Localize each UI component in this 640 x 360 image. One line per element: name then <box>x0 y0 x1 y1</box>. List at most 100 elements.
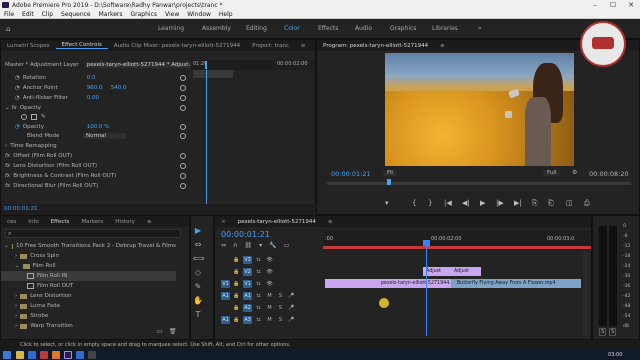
list-item[interactable]: › Cross Spin <box>1 251 176 261</box>
source-selector[interactable]: Master * Adjustment Layer pexels-taryn-e… <box>5 61 201 69</box>
work-area-bar[interactable] <box>323 246 591 249</box>
timeline-ruler[interactable]: :00 00:00:02:00 00:00:03:0 <box>323 230 591 250</box>
chevron-right-icon[interactable]: › <box>5 143 7 149</box>
wrench-icon[interactable]: ⚙ <box>572 169 577 176</box>
ripple-edit-tool-icon[interactable]: ⟺ <box>193 254 204 264</box>
program-scrub-bar[interactable] <box>327 182 631 185</box>
new-bin-icon[interactable]: ▭ <box>157 328 163 335</box>
captions-icon[interactable]: ▭ <box>284 242 290 250</box>
clip-dropdown[interactable]: pexels-taryn-elliott-5271944 * Adjust... <box>84 62 196 68</box>
list-item[interactable]: Film Roll OUT <box>1 281 176 291</box>
sync-lock-icon[interactable]: ⇆ <box>254 292 263 300</box>
effect-row-directional-blur[interactable]: fx Directional Blur (Film Roll OUT) <box>5 182 98 190</box>
menu-view[interactable]: View <box>161 11 183 18</box>
effect-row-brightness-contrast[interactable]: fx Brightness & Contrast (Film Roll OUT) <box>5 172 116 180</box>
stopwatch-icon[interactable]: ◔ <box>15 75 20 81</box>
type-tool-icon[interactable]: T <box>193 310 203 320</box>
reset-icon[interactable] <box>180 173 186 179</box>
list-item-selected[interactable]: Film Roll IN <box>1 271 176 281</box>
chevron-down-icon[interactable]: ⌄ <box>5 105 10 111</box>
lock-icon[interactable]: 🔒 <box>232 268 241 276</box>
go-to-in-icon[interactable]: |◀ <box>444 199 452 207</box>
workspace-assembly[interactable]: Assembly <box>202 25 231 32</box>
track-label-v1[interactable]: V1 <box>243 280 252 288</box>
premiere-taskbar-icon[interactable] <box>64 351 72 359</box>
snap-icon[interactable]: ∩ <box>233 242 237 250</box>
menu-help[interactable]: Help <box>215 11 237 18</box>
sync-lock-icon[interactable]: ⇆ <box>254 256 263 264</box>
opacity-header-row[interactable]: ⌄ fx Opacity <box>5 104 41 112</box>
eye-icon[interactable]: 👁 <box>265 280 274 288</box>
delete-icon[interactable]: 🗑 <box>169 328 177 335</box>
tab-lumetri-scopes[interactable]: Lumetri Scopes <box>1 43 56 49</box>
sync-lock-icon[interactable]: ⇆ <box>254 304 263 312</box>
reset-icon[interactable] <box>180 163 186 169</box>
anchor-x-value[interactable]: 960.0 <box>87 85 111 91</box>
solo-button[interactable]: S <box>276 316 285 324</box>
mic-icon[interactable]: 🎤 <box>287 292 296 300</box>
program-video-frame[interactable] <box>385 53 574 166</box>
nest-icon[interactable]: ⇔ <box>221 242 226 250</box>
video-clip-pexels[interactable]: pexels-taryn-elliott-5271944.mp4 <box>325 279 451 288</box>
solo-right-button[interactable]: S <box>609 328 617 336</box>
stopwatch-active-icon[interactable]: ◔ <box>15 124 20 130</box>
track-label-a1[interactable]: A1 <box>243 292 252 300</box>
workspace-learning[interactable]: Learning <box>158 25 184 32</box>
lock-icon[interactable]: 🔒 <box>232 316 241 324</box>
extract-icon[interactable]: ⎗ <box>548 199 554 208</box>
panel-menu-icon[interactable]: ≡ <box>295 43 312 49</box>
workspace-audio[interactable]: Audio <box>355 25 372 32</box>
workspace-color[interactable]: Color <box>284 25 300 32</box>
step-forward-icon[interactable]: |▶ <box>496 199 504 207</box>
workspace-effects[interactable]: Effects <box>318 25 338 32</box>
solo-left-button[interactable]: S <box>599 328 607 336</box>
lock-icon[interactable]: 🔒 <box>232 292 241 300</box>
antiflicker-value[interactable]: 0.00 <box>87 95 99 101</box>
list-item[interactable]: ⌄ 10 Free Smooth Transitions Pack 2 - De… <box>1 241 176 251</box>
menu-graphics[interactable]: Graphics <box>127 11 162 18</box>
start-icon[interactable] <box>3 351 11 359</box>
mic-icon[interactable]: 🎤 <box>287 316 296 324</box>
razor-tool-icon[interactable]: ◇ <box>193 268 203 278</box>
chevron-down-icon[interactable]: ⌄ <box>4 243 9 249</box>
explorer-icon[interactable] <box>16 351 24 359</box>
tab-info[interactable]: Info <box>22 219 44 225</box>
app-icon[interactable] <box>40 351 48 359</box>
tab-sources[interactable]: ces <box>1 219 22 225</box>
mic-icon[interactable]: 🎤 <box>287 304 296 312</box>
workspace-graphics[interactable]: Graphics <box>390 25 417 32</box>
menu-clip[interactable]: Clip <box>38 11 57 18</box>
eye-icon[interactable]: 👁 <box>265 268 274 276</box>
timeline-close-icon[interactable]: × <box>215 219 232 225</box>
add-marker-icon[interactable]: ▾ <box>259 242 262 250</box>
list-item[interactable]: › Warp Transition <box>1 321 176 331</box>
chevron-right-icon[interactable]: › <box>15 303 17 309</box>
app-icon[interactable] <box>76 351 84 359</box>
track-label-v2[interactable]: V2 <box>243 268 252 276</box>
lock-icon[interactable]: 🔒 <box>232 280 241 288</box>
play-icon[interactable]: ▶ <box>480 199 485 207</box>
effect-timecode[interactable]: 00:00:01:21 <box>4 206 38 212</box>
tab-history[interactable]: History <box>109 219 141 225</box>
go-to-out-icon[interactable]: ▶| <box>514 199 522 207</box>
effect-row-offset[interactable]: fx Offset (Film Roll OUT) <box>5 152 72 160</box>
sync-lock-icon[interactable]: ⇆ <box>254 280 263 288</box>
chevron-right-icon[interactable]: › <box>15 323 17 329</box>
step-back-icon[interactable]: ◀| <box>462 199 470 207</box>
tab-sequence[interactable]: pexels-taryn-elliott-5271944 <box>232 219 322 225</box>
tab-effects[interactable]: Effects <box>45 219 76 225</box>
rotation-value[interactable]: 0.0 <box>87 75 96 81</box>
lock-icon[interactable]: 🔒 <box>232 304 241 312</box>
mark-out-icon[interactable]: } <box>428 199 432 207</box>
list-item[interactable]: › Strobe <box>1 311 176 321</box>
lift-icon[interactable]: ⎘ <box>532 199 538 208</box>
tab-project[interactable]: Project: tranc <box>246 43 295 49</box>
button-editor-icon[interactable]: ⎙ <box>584 199 590 208</box>
selection-tool-icon[interactable]: ▶ <box>193 226 203 236</box>
menu-file[interactable]: File <box>0 11 18 18</box>
tab-audio-clip-mixer[interactable]: Audio Clip Mixer: pexels-taryn-elliott-5… <box>108 43 246 49</box>
reset-icon[interactable] <box>180 133 186 139</box>
reset-icon[interactable] <box>180 183 186 189</box>
menu-markers[interactable]: Markers <box>95 11 127 18</box>
program-playhead[interactable] <box>387 179 391 185</box>
